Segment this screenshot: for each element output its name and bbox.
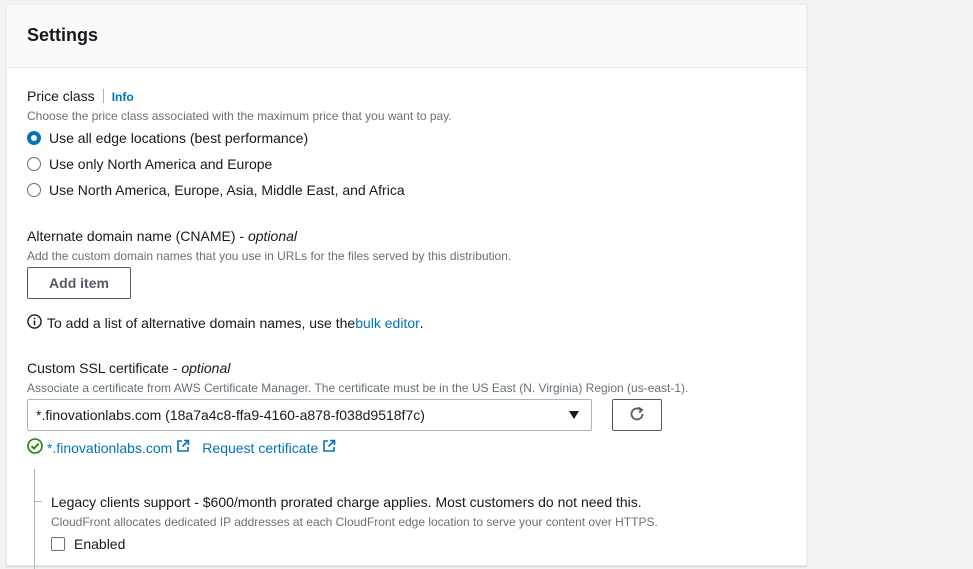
caret-down-icon	[569, 411, 579, 419]
legacy-enabled-option[interactable]: Enabled	[51, 536, 125, 552]
enabled-checkbox[interactable]	[51, 537, 65, 551]
ssl-description: Associate a certificate from AWS Certifi…	[27, 381, 689, 395]
ssl-certificate-select[interactable]: *.finovationlabs.com (18a7a4c8-ffa9-4160…	[27, 399, 592, 431]
cname-label: Alternate domain name (CNAME) -	[27, 228, 248, 244]
certificate-link[interactable]: *.finovationlabs.com	[47, 440, 172, 456]
radio-button[interactable]	[27, 183, 41, 197]
cname-hint: To add a list of alternative domain name…	[27, 314, 424, 332]
divider	[102, 89, 104, 103]
hint-suffix: .	[419, 315, 424, 331]
radio-label: Use North America, Europe, Asia, Middle …	[49, 182, 405, 198]
panel-title: Settings	[27, 25, 99, 45]
bulk-editor-link[interactable]: bulk editor	[355, 315, 420, 331]
legacy-clients-description: CloudFront allocates dedicated IP addres…	[51, 515, 658, 529]
cname-label-row: Alternate domain name (CNAME) - optional	[27, 228, 297, 244]
ssl-label-row: Custom SSL certificate - optional	[27, 360, 230, 376]
refresh-button[interactable]	[612, 399, 662, 431]
section-connector-line	[34, 469, 35, 569]
price-class-label-row: Price class Info	[27, 88, 134, 104]
certificate-links-row: *.finovationlabs.com Request certificate	[27, 438, 336, 457]
price-class-label: Price class	[27, 88, 95, 104]
connector-tick	[34, 501, 42, 502]
legacy-clients-label: Legacy clients support - $600/month pror…	[51, 494, 642, 510]
optional-text: optional	[247, 228, 298, 244]
radio-button-selected[interactable]	[27, 131, 41, 145]
price-class-description: Choose the price class associated with t…	[27, 109, 452, 123]
radio-button[interactable]	[27, 157, 41, 171]
settings-panel: Settings Price class Info Choose the pric…	[6, 4, 807, 569]
radio-label: Use all edge locations (best performance…	[49, 130, 309, 146]
add-item-button[interactable]: Add item	[27, 267, 131, 299]
external-link-icon[interactable]	[322, 439, 336, 456]
hint-text: To add a list of alternative domain name…	[47, 315, 356, 331]
panel-header	[7, 5, 806, 68]
select-value: *.finovationlabs.com (18a7a4c8-ffa9-4160…	[36, 407, 425, 423]
price-class-info-link[interactable]: Info	[112, 90, 134, 104]
info-icon	[27, 314, 42, 332]
external-link-icon[interactable]	[176, 439, 190, 456]
price-class-option-na-eu[interactable]: Use only North America and Europe	[27, 156, 272, 172]
radio-label: Use only North America and Europe	[49, 156, 273, 172]
price-class-option-na-eu-asia[interactable]: Use North America, Europe, Asia, Middle …	[27, 182, 405, 198]
checkbox-label: Enabled	[74, 536, 126, 552]
refresh-icon	[628, 405, 646, 426]
optional-text: optional	[181, 360, 231, 376]
price-class-option-all[interactable]: Use all edge locations (best performance…	[27, 130, 308, 146]
request-certificate-link[interactable]: Request certificate	[202, 440, 318, 456]
cname-description: Add the custom domain names that you use…	[27, 249, 512, 263]
success-check-icon	[27, 438, 43, 457]
ssl-label: Custom SSL certificate -	[27, 360, 182, 376]
